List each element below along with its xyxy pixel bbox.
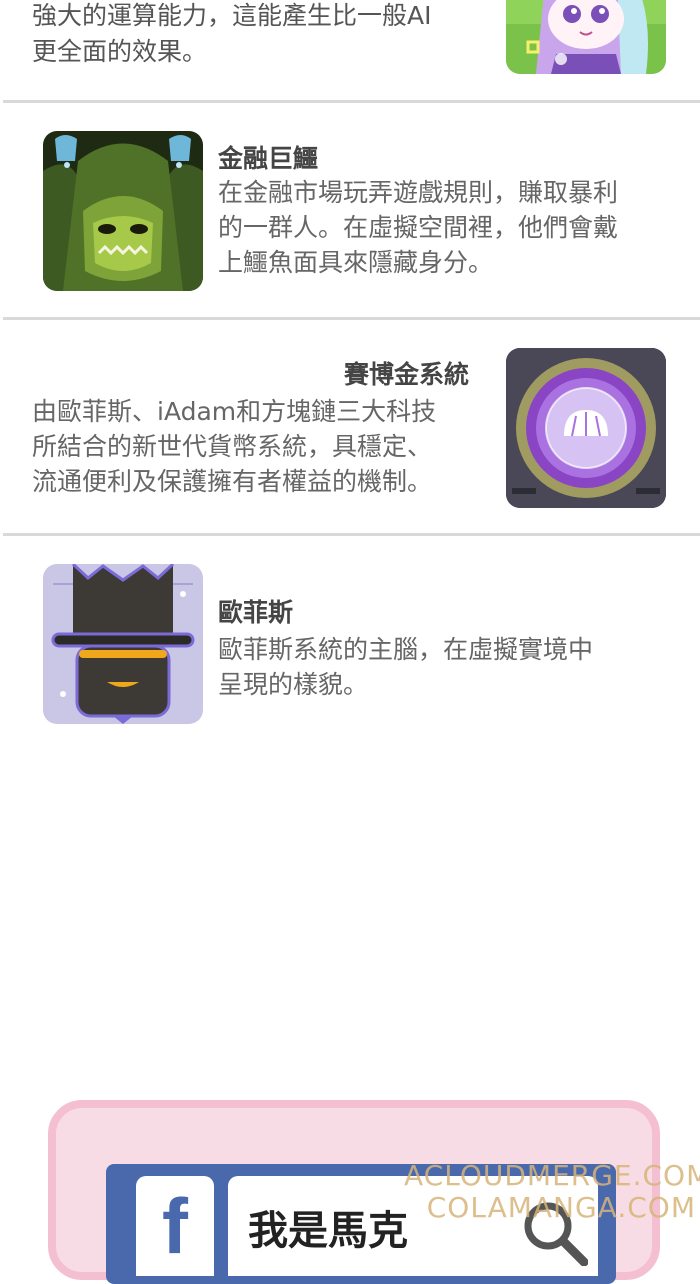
crocodile-thumbnail [43,131,203,291]
ai-girl-icon [506,0,666,74]
entry-title: 賽博金系統 [344,360,470,389]
robot-head-icon [43,564,203,724]
crocodile-mask-icon [43,131,203,291]
divider [3,317,700,320]
entry-description: 在金融市場玩弄遊戲規則，賺取暴利 的一群人。在虛擬空間裡，他們會戴 上鱷魚面具來… [218,178,619,277]
ai-girl-thumbnail [506,0,666,74]
entry-title: 歐菲斯 [218,598,294,627]
orpheus-thumbnail [43,564,203,724]
entry-title: 金融巨鱷 [218,144,319,173]
entry-description: 由歐菲斯、iAdam和方塊鏈三大科技 所結合的新世代貨幣系統，具穩定、 流通便利… [32,397,437,496]
cyber-coin-thumbnail [506,348,666,508]
cyber-coin-icon [506,348,666,508]
entry-description: 歐菲斯系統的主腦，在虛擬實境中 呈現的樣貌。 [218,635,594,699]
watermark: ACLOUDMERGE.COM COLAMANGA.COM [404,1159,700,1224]
top-entry-description: 強大的運算能力，這能產生比一般AI 更全面的效果。 [32,1,432,66]
divider [3,100,700,103]
facebook-page-name: 我是馬克 [248,1208,408,1254]
divider [3,533,700,536]
top-entry: 強大的運算能力，這能產生比一般AI 更全面的效果。 [0,0,700,102]
facebook-icon[interactable]: f [136,1176,214,1276]
